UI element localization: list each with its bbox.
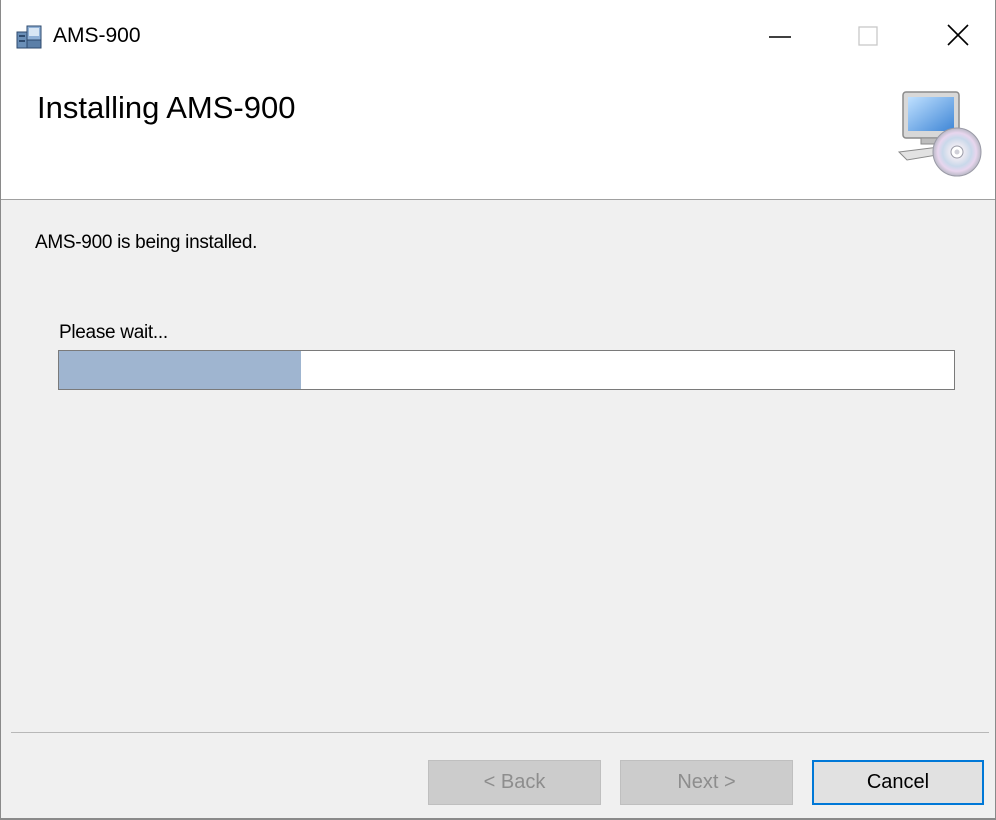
- maximize-button[interactable]: [839, 14, 899, 58]
- installer-window: AMS-900 Installing AMS-900 AMS-900 is be…: [0, 0, 996, 820]
- install-status-text: AMS-900 is being installed.: [35, 232, 258, 253]
- close-button[interactable]: [927, 14, 987, 58]
- next-button[interactable]: Next >: [620, 760, 793, 805]
- back-button[interactable]: < Back: [428, 760, 601, 805]
- installer-package-icon: [15, 22, 45, 52]
- minimize-button[interactable]: [751, 14, 811, 58]
- close-icon: [947, 24, 969, 46]
- title-bar[interactable]: AMS-900: [1, 0, 995, 72]
- progress-fill: [59, 351, 301, 389]
- cancel-button[interactable]: Cancel: [812, 760, 984, 805]
- progress-label: Please wait...: [59, 322, 168, 343]
- footer-divider: [11, 732, 989, 733]
- computer-cd-icon: [895, 86, 985, 180]
- minimize-icon: [769, 36, 791, 38]
- page-title: Installing AMS-900: [37, 90, 296, 125]
- wizard-header: Installing AMS-900: [1, 72, 995, 200]
- window-title: AMS-900: [53, 24, 141, 47]
- install-progress-bar: [58, 350, 955, 390]
- maximize-icon: [858, 26, 878, 46]
